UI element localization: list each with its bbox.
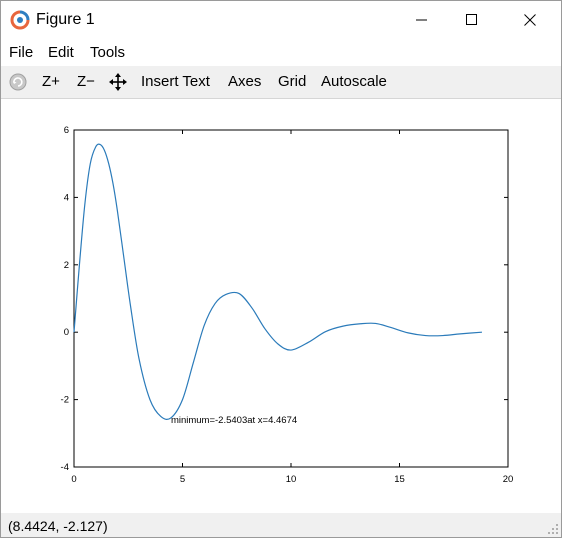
- x-tick-label: 0: [71, 474, 76, 485]
- figure-window: Figure 1 File Edit Tools Z+ Z− Insert Te…: [0, 0, 562, 538]
- maximize-icon: [466, 14, 477, 25]
- y-tick-label: -2: [61, 395, 69, 406]
- title-bar[interactable]: Figure 1: [1, 1, 561, 39]
- minimum-annotation: minimum=-2.5403at x=4.4674: [171, 415, 297, 426]
- y-tick-label: 4: [64, 192, 69, 203]
- x-tick-label: 15: [394, 474, 405, 485]
- rotate-icon[interactable]: [9, 73, 27, 91]
- y-tick-label: 0: [64, 327, 69, 338]
- plot-svg: 0 5 10 15 20 -4 -2 0 2 4 6 minimum=-2.5403at x=4.4…: [61, 125, 514, 485]
- figure-toolbar: Z+ Z− Insert Text Axes Grid Autoscale: [1, 66, 561, 99]
- octave-app-icon: [10, 10, 30, 30]
- series-line: [73, 143, 483, 421]
- y-tick-label: 6: [64, 125, 69, 136]
- x-tick-label: 20: [503, 474, 514, 485]
- grid-button[interactable]: Grid: [278, 73, 306, 90]
- zoom-out-button[interactable]: Z−: [77, 73, 95, 90]
- close-icon: [524, 14, 536, 26]
- pan-icon[interactable]: [109, 73, 127, 91]
- zoom-in-button[interactable]: Z+: [42, 73, 60, 90]
- window-title: Figure 1: [36, 11, 95, 28]
- menu-edit[interactable]: Edit: [48, 44, 74, 61]
- x-tick-label: 10: [286, 474, 297, 485]
- autoscale-button[interactable]: Autoscale: [321, 73, 387, 90]
- minimize-icon: [416, 19, 427, 21]
- y-tick-label: 2: [64, 260, 69, 271]
- menu-bar: File Edit Tools: [1, 41, 561, 65]
- resize-grip-icon[interactable]: [547, 523, 559, 535]
- insert-text-button[interactable]: Insert Text: [141, 73, 210, 90]
- minimize-button[interactable]: [399, 1, 445, 39]
- menu-file[interactable]: File: [9, 44, 33, 61]
- close-button[interactable]: [507, 1, 553, 39]
- maximize-button[interactable]: [449, 1, 495, 39]
- x-tick-label: 5: [180, 474, 185, 485]
- status-bar: (8.4424, -2.127): [1, 513, 561, 537]
- menu-tools[interactable]: Tools: [90, 44, 125, 61]
- axes-button[interactable]: Axes: [228, 73, 261, 90]
- y-tick-label: -4: [61, 462, 69, 473]
- cursor-coordinates: (8.4424, -2.127): [8, 518, 108, 534]
- plot-canvas[interactable]: 0 5 10 15 20 -4 -2 0 2 4 6 minimum=-2.5403at x=4.4…: [1, 99, 561, 513]
